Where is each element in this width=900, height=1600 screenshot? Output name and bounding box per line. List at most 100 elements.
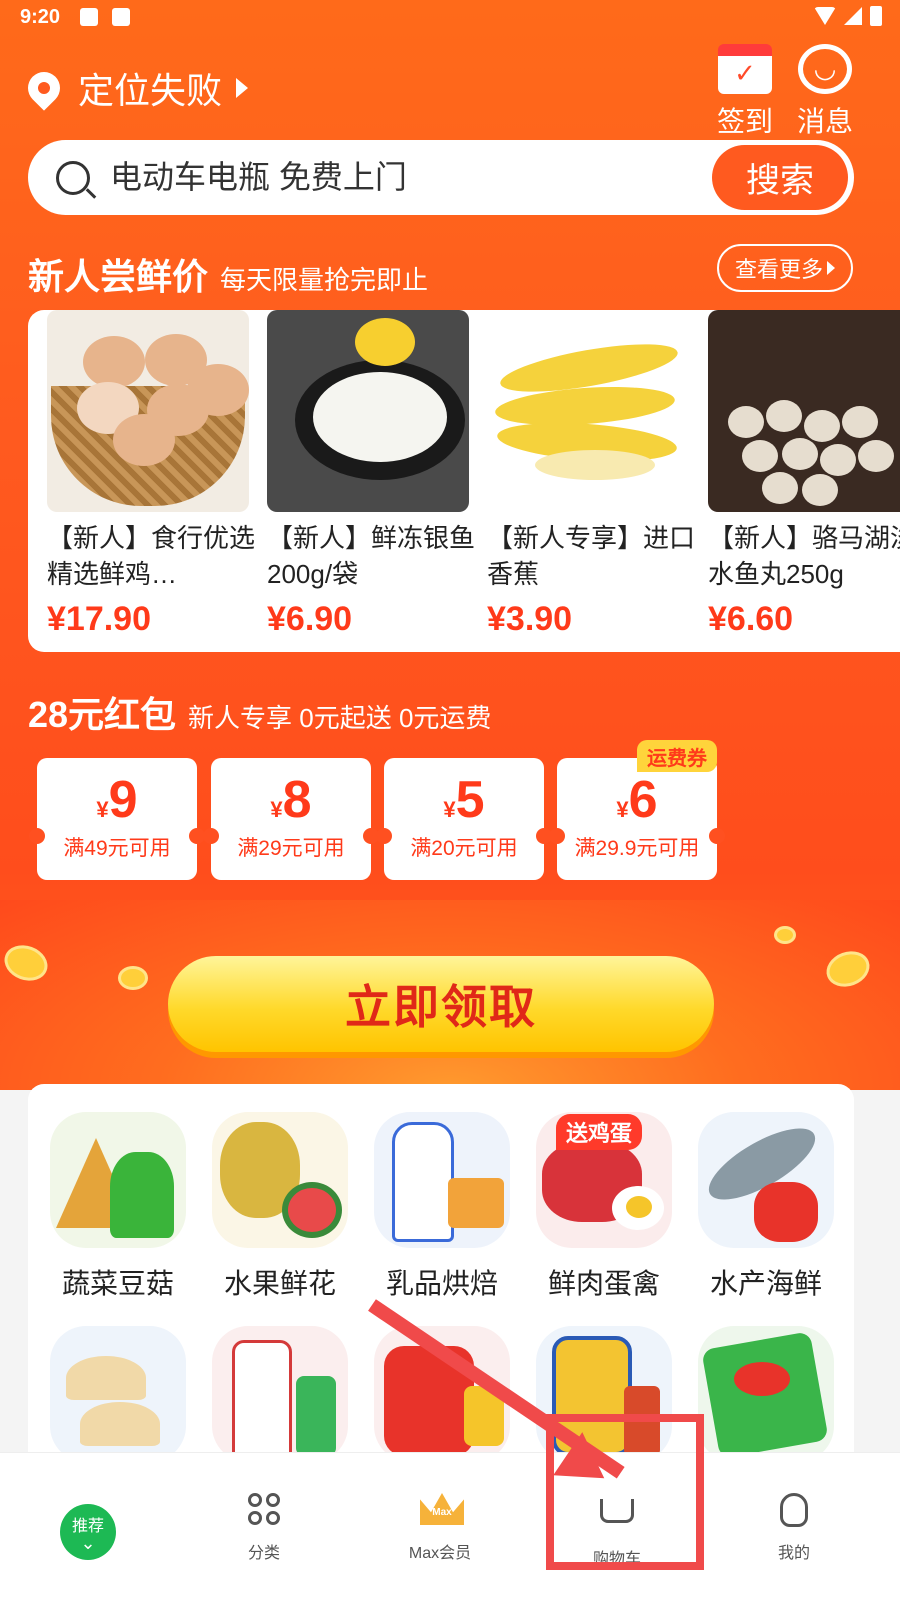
coupon-card[interactable]: ¥5 满20元可用 — [376, 758, 552, 880]
view-more-label: 查看更多 — [734, 257, 823, 282]
currency-symbol: ¥ — [443, 797, 456, 822]
calendar-check-icon — [718, 44, 772, 94]
dumplings-image — [50, 1326, 186, 1462]
category-snacks[interactable] — [698, 1326, 834, 1462]
coin-decoration-icon — [774, 926, 796, 944]
currency-symbol: ¥ — [96, 797, 109, 822]
coin-decoration-icon — [118, 966, 148, 990]
currency-symbol: ¥ — [270, 797, 283, 822]
product-name: 【新人】骆马湖淡水鱼丸250g — [708, 523, 900, 589]
product-card[interactable]: 【新人】骆马湖淡水鱼丸250g ¥6.60 — [708, 310, 900, 639]
bottom-nav: 分类 Max Max会员 购物车 我的 — [0, 1452, 900, 1600]
coupon-card[interactable]: ¥8 满29元可用 — [203, 758, 379, 880]
claim-now-button[interactable]: 立即领取 — [168, 956, 714, 1052]
status-bar: 9:20 — [0, 0, 900, 36]
product-price: ¥6.60 — [708, 600, 794, 638]
product-image-banana — [487, 310, 689, 512]
message-label: 消息 — [796, 106, 853, 137]
nav-max-label: Max会员 — [408, 1545, 472, 1562]
free-eggs-badge: 送鸡蛋 — [556, 1114, 642, 1150]
caret-right-icon — [236, 78, 249, 98]
category-liquor[interactable] — [212, 1326, 348, 1462]
category-vegetables[interactable]: 蔬菜豆菇 — [50, 1112, 186, 1302]
search-button[interactable]: 搜索 — [712, 145, 848, 210]
location-pin-icon — [21, 65, 67, 111]
coupon-condition: 满29元可用 — [237, 837, 345, 860]
crown-label: Max — [432, 1507, 452, 1518]
red-packet-subtitle: 新人专享 0元起送 0元运费 — [188, 703, 492, 733]
coupon-card[interactable]: ¥6 满29.9元可用 — [549, 758, 725, 880]
category-fruit[interactable]: 水果鲜花 — [212, 1112, 348, 1302]
search-input[interactable] — [110, 159, 670, 196]
message-button[interactable]: 消息 — [790, 44, 860, 140]
shipping-coupon-tag: 运费券 — [637, 740, 717, 772]
category-label: 水果鲜花 — [223, 1268, 336, 1299]
nav-mine-label: 我的 — [777, 1545, 810, 1562]
coupon-card[interactable]: ¥9 满49元可用 — [29, 758, 205, 880]
category-grid: 蔬菜豆菇 水果鲜花 乳品烘焙 鲜肉蛋禽 水产海鲜 — [28, 1084, 854, 1504]
fruit-image — [212, 1112, 348, 1248]
category-label: 乳品烘焙 — [385, 1268, 498, 1299]
new-user-title: 新人尝鲜价 — [28, 256, 209, 297]
caret-right-icon — [827, 261, 835, 275]
gallery-icon — [80, 8, 98, 26]
signal-icon — [844, 7, 862, 25]
status-time: 9:20 — [20, 6, 61, 28]
view-more-button[interactable]: 查看更多 — [717, 244, 853, 292]
product-image-silverfish — [267, 310, 469, 512]
checkin-label: 签到 — [716, 106, 773, 137]
nav-category-label: 分类 — [247, 1545, 280, 1562]
product-price: ¥6.90 — [267, 600, 353, 638]
product-name: 【新人】食行优选精选鲜鸡… — [47, 523, 256, 589]
product-image-eggs — [47, 310, 249, 512]
coupon-amount: 5 — [455, 771, 485, 829]
category-label: 蔬菜豆菇 — [61, 1268, 174, 1299]
dairy-image — [374, 1112, 510, 1248]
liquor-image — [212, 1326, 348, 1462]
seafood-image — [698, 1112, 834, 1248]
battery-icon — [870, 6, 882, 26]
coupon-amount: 9 — [108, 771, 138, 829]
location-selector[interactable]: 定位失败 — [21, 62, 249, 114]
nav-recommend[interactable]: 推荐 ⌄ — [60, 1504, 116, 1560]
search-bar: 搜索 — [28, 140, 854, 215]
product-card[interactable]: 【新人专享】进口香蕉 ¥3.90 — [487, 310, 695, 639]
product-price: ¥17.90 — [47, 600, 151, 638]
coupon-condition: 满20元可用 — [410, 837, 518, 860]
category-seafood[interactable]: 水产海鲜 — [698, 1112, 834, 1302]
category-label: 水产海鲜 — [709, 1268, 822, 1299]
nav-category[interactable]: 分类 — [204, 1489, 324, 1563]
category-frozen[interactable] — [50, 1326, 186, 1462]
chat-bubble-icon — [798, 44, 852, 94]
checkin-button[interactable]: 签到 — [710, 44, 780, 140]
new-user-subtitle: 每天限量抢完即止 — [220, 265, 429, 295]
location-text: 定位失败 — [78, 70, 223, 111]
nav-mine[interactable]: 我的 — [734, 1489, 854, 1563]
nav-max-member[interactable]: Max Max会员 — [380, 1489, 500, 1563]
product-price: ¥3.90 — [487, 600, 573, 638]
profile-icon — [780, 1493, 808, 1527]
vegetables-image — [50, 1112, 186, 1248]
coupon-condition: 满29.9元可用 — [574, 837, 700, 860]
new-user-section-header: 新人尝鲜价 每天限量抢完即止 — [28, 248, 428, 300]
crown-icon: Max — [420, 1493, 464, 1525]
product-image-fishballs — [708, 310, 900, 512]
app-notification-icon — [112, 8, 130, 26]
chevron-down-icon: ⌄ — [80, 1533, 96, 1553]
snacks-image — [698, 1326, 834, 1462]
product-name: 【新人】鲜冻银鱼200g/袋 — [267, 523, 476, 589]
product-card[interactable]: 【新人】食行优选精选鲜鸡… ¥17.90 — [47, 310, 255, 639]
category-dairy-bakery[interactable]: 乳品烘焙 — [374, 1112, 510, 1302]
red-packet-header: 28元红包 新人专享 0元起送 0元运费 — [28, 686, 491, 738]
red-packet-title: 28元红包 — [28, 694, 177, 735]
currency-symbol: ¥ — [616, 797, 629, 822]
product-card[interactable]: 【新人】鲜冻银鱼200g/袋 ¥6.90 — [267, 310, 475, 639]
product-name: 【新人专享】进口香蕉 — [487, 523, 696, 589]
new-user-product-carousel[interactable]: 【新人】食行优选精选鲜鸡… ¥17.90 【新人】鲜冻银鱼200g/袋 ¥6.9… — [28, 310, 900, 652]
search-icon — [56, 160, 90, 195]
coupon-amount: 8 — [282, 771, 312, 829]
category-label: 鲜肉蛋禽 — [547, 1268, 660, 1299]
grid-icon — [248, 1493, 280, 1525]
wifi-icon — [814, 7, 836, 25]
coupon-condition: 满49元可用 — [63, 837, 171, 860]
